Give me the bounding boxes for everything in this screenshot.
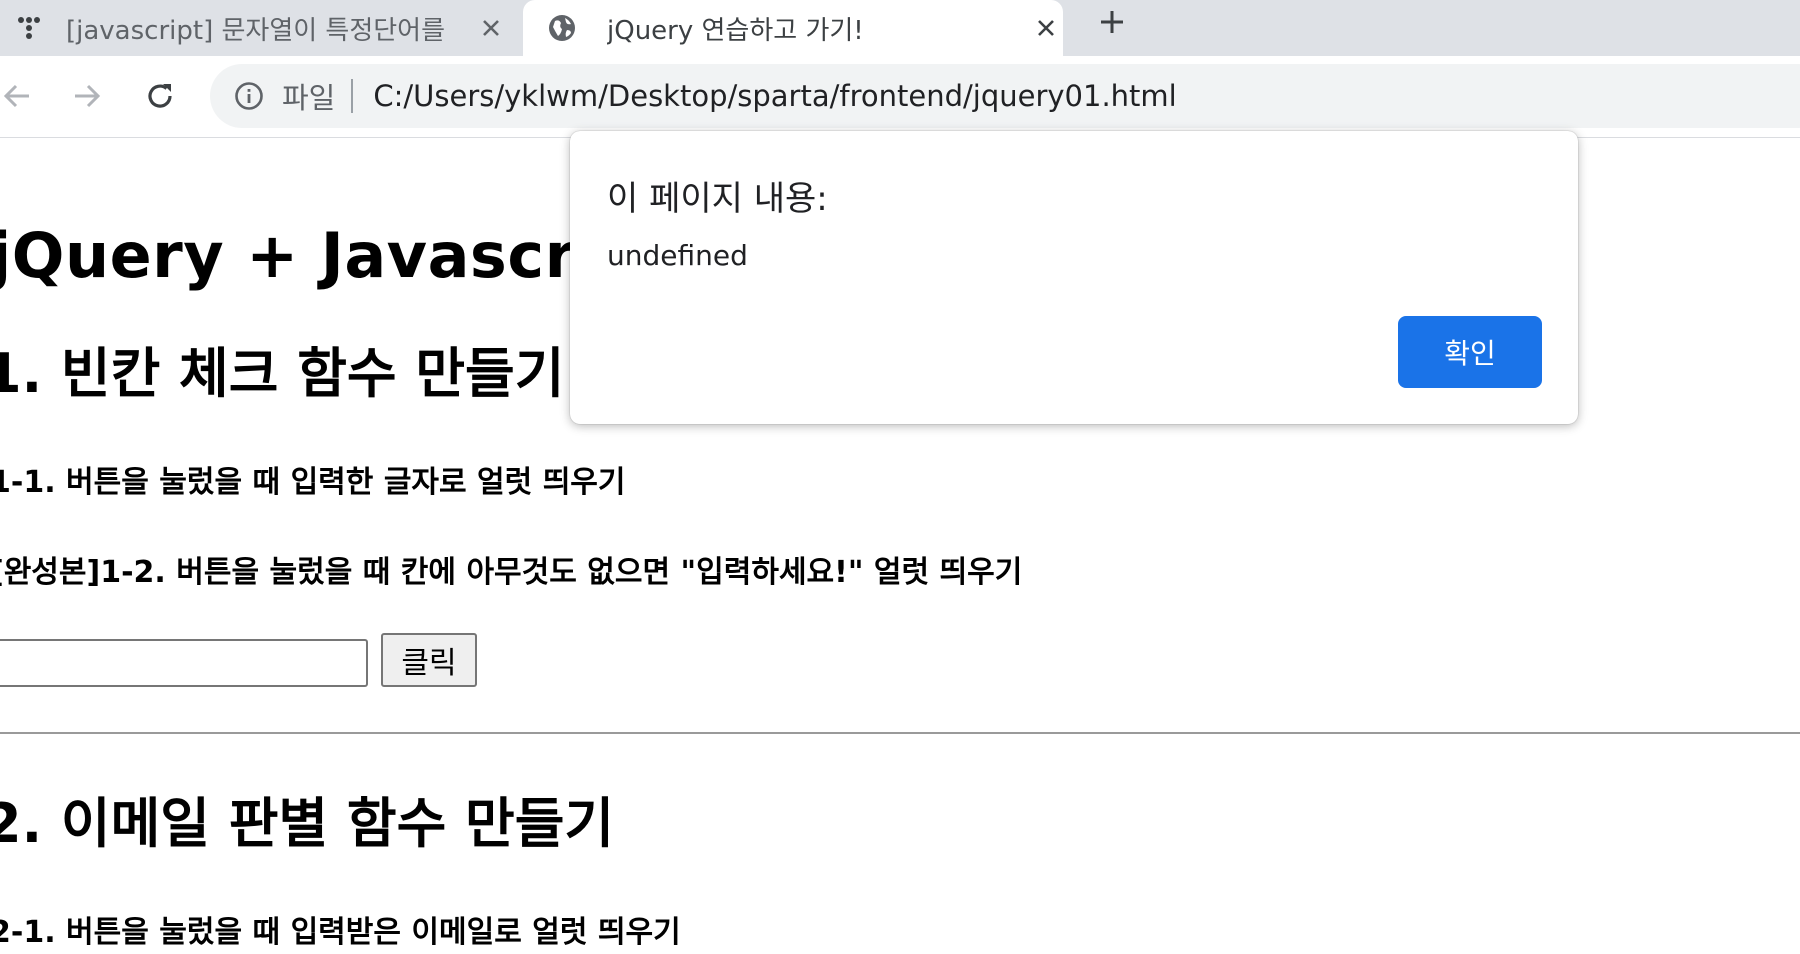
divider xyxy=(0,732,1800,734)
dialog-message: undefined xyxy=(607,239,748,272)
tab-javascript-article[interactable]: [javascript] 문자열이 특정단어를 xyxy=(0,0,523,56)
alert-dialog: 이 페이지 내용: undefined 확인 xyxy=(570,131,1578,424)
divider xyxy=(351,79,354,113)
plus-icon xyxy=(1101,11,1123,33)
tab-title: jQuery 연습하고 가기! xyxy=(607,15,864,46)
site-dots-icon xyxy=(14,13,44,43)
new-tab-button[interactable] xyxy=(1092,2,1132,42)
close-icon[interactable] xyxy=(1029,11,1063,45)
task-heading: 1-1. 버튼을 눌렀을 때 입력한 글자로 얼럿 띄우기 xyxy=(0,465,626,500)
scheme-label: 파일 xyxy=(282,81,336,115)
section-title: 1. 빈칸 체크 함수 만들기 xyxy=(0,342,565,405)
reload-button[interactable] xyxy=(137,73,183,119)
forward-button[interactable] xyxy=(64,73,110,119)
task-heading: [완성본]1-2. 버튼을 눌렀을 때 칸에 아무것도 없으면 "입력하세요!"… xyxy=(0,555,1023,590)
info-icon[interactable] xyxy=(232,79,266,113)
address-bar[interactable]: 파일 C:/Users/yklwm/Desktop/sparta/fronten… xyxy=(210,64,1800,128)
task-heading: 2-1. 버튼을 눌렀을 때 입력받은 이메일로 얼럿 띄우기 xyxy=(0,915,681,950)
section-title: 2. 이메일 판별 함수 만들기 xyxy=(0,792,615,855)
text-input[interactable] xyxy=(0,639,368,687)
url-text[interactable]: C:/Users/yklwm/Desktop/sparta/frontend/j… xyxy=(373,79,1176,113)
back-button[interactable] xyxy=(0,73,40,119)
arrow-right-icon xyxy=(75,84,101,108)
reload-icon xyxy=(148,84,172,108)
tab-jquery-practice[interactable]: jQuery 연습하고 가기! xyxy=(523,0,1063,56)
tab-title: [javascript] 문자열이 특정단어를 xyxy=(66,15,446,46)
globe-icon xyxy=(547,13,577,43)
tab-strip: [javascript] 문자열이 특정단어를 jQuery 연습하고 가기! xyxy=(0,0,1800,56)
click-button[interactable]: 클릭 xyxy=(381,633,477,687)
dialog-title: 이 페이지 내용: xyxy=(607,179,828,219)
browser-toolbar: 파일 C:/Users/yklwm/Desktop/sparta/fronten… xyxy=(0,56,1800,138)
close-icon[interactable] xyxy=(474,11,508,45)
arrow-left-icon xyxy=(3,84,29,108)
ok-button[interactable]: 확인 xyxy=(1398,316,1542,388)
